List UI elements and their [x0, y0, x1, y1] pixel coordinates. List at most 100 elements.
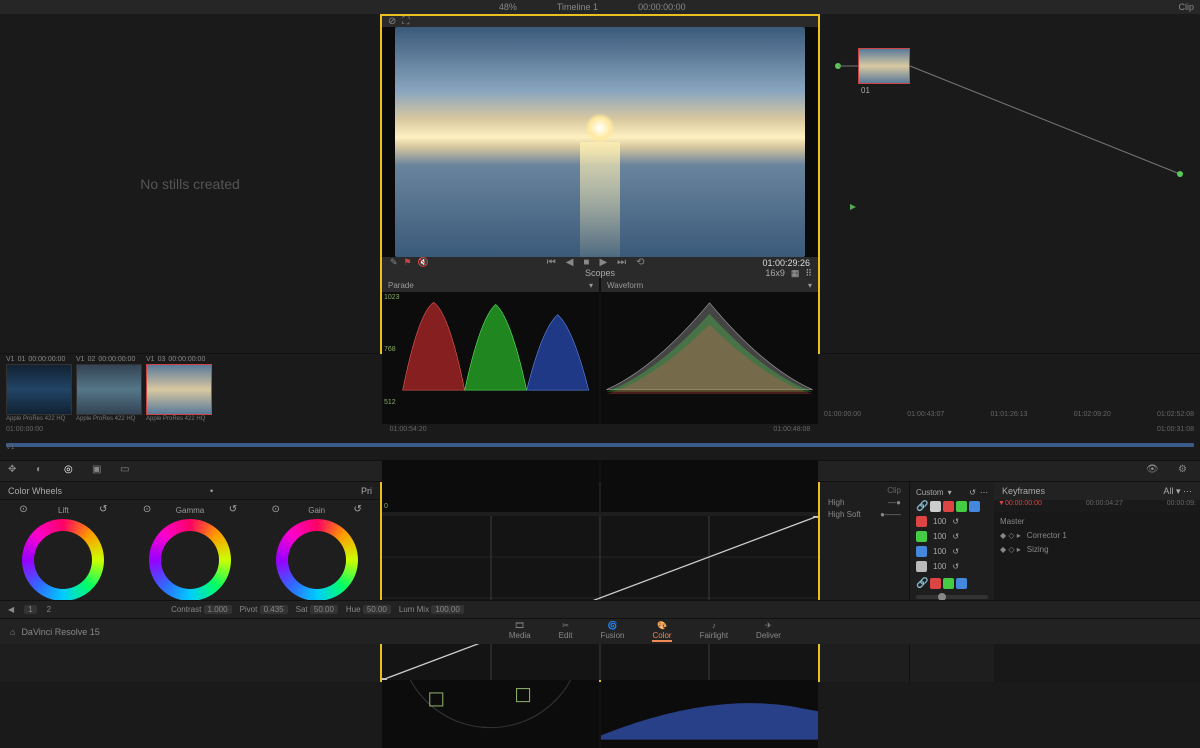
reset-icon[interactable]: ↺: [952, 562, 959, 571]
clip-thumb-02[interactable]: V10200:00:00:00 Apple ProRes 422 HQ: [76, 356, 142, 422]
swatch-y[interactable]: [930, 501, 941, 512]
marker-icon[interactable]: ✎: [390, 257, 398, 268]
reset-icon[interactable]: ↺: [229, 504, 237, 517]
home-icon[interactable]: ⌂: [10, 627, 15, 637]
tab-deliver[interactable]: ✈Deliver: [756, 621, 781, 642]
node-graph[interactable]: 01: [820, 14, 1200, 354]
luma-swatch-b[interactable]: [956, 578, 967, 589]
sat-val[interactable]: 50.00: [310, 605, 338, 614]
high-slider[interactable]: —●: [888, 498, 901, 507]
track-label: V1: [6, 444, 15, 451]
lift-wheel[interactable]: [22, 519, 104, 601]
nodes-ruler: 01:00:00:00 01:00:43:07 01:01:26:13 01:0…: [824, 356, 1194, 422]
picker-icon[interactable]: ⊙: [143, 504, 151, 517]
parade-label[interactable]: Parade: [388, 281, 414, 290]
reset-icon[interactable]: ↺: [952, 547, 959, 556]
waveform-label[interactable]: Waveform: [607, 281, 643, 290]
swatch-g[interactable]: [956, 501, 967, 512]
dropdown-icon[interactable]: ▾: [948, 488, 952, 497]
play-button[interactable]: ▶: [599, 257, 607, 268]
expand-icon[interactable]: ⛶: [402, 16, 409, 27]
highsoft-slider[interactable]: ●——: [880, 510, 901, 519]
scopes-settings-icon[interactable]: ⠿: [805, 268, 812, 279]
parade-scope: Parade▾ 1023 768 512 256 0: [382, 278, 599, 512]
reset-icon[interactable]: ↺: [99, 504, 107, 517]
more-icon[interactable]: ⋯: [1183, 486, 1192, 496]
gear-icon[interactable]: ⚙: [1178, 464, 1192, 478]
color-icon: 🎨: [657, 621, 667, 630]
picker-icon[interactable]: ✥: [8, 464, 22, 478]
luma-swatch-r[interactable]: [930, 578, 941, 589]
wheels-indicator[interactable]: •: [62, 486, 361, 496]
scopes-aspect[interactable]: 16x9: [765, 268, 785, 278]
picker-icon[interactable]: ⊙: [272, 504, 280, 517]
intensity-slider[interactable]: [916, 595, 988, 599]
kf-row-sizing[interactable]: ◆ ◇ ▸ Sizing: [1000, 542, 1194, 556]
dropdown-icon[interactable]: ▾: [1176, 486, 1181, 496]
gain-wheel[interactable]: [276, 519, 358, 601]
wheels-body: ⊙Lift↺ 0.000.000.000.00 YRGB ⊙Gamma↺ 0.0…: [0, 500, 380, 682]
reset-icon[interactable]: ↺: [969, 488, 976, 497]
edit-icon: ✂: [562, 621, 569, 630]
bypass-icon[interactable]: ⊘: [388, 16, 396, 27]
picker-icon[interactable]: ⊙: [19, 504, 27, 517]
mute-icon[interactable]: 🔇: [418, 257, 429, 268]
clip-thumb-03[interactable]: V10300:00:00:00 Apple ProRes 422 HQ: [146, 356, 212, 422]
dropdown-icon[interactable]: ▾: [808, 281, 812, 290]
timeline-bar[interactable]: [6, 443, 1194, 447]
link-icon[interactable]: 🔗: [916, 501, 928, 512]
kf-row-master[interactable]: Master: [1000, 514, 1194, 528]
more-icon[interactable]: ⋯: [980, 488, 988, 497]
page-2[interactable]: 2: [47, 605, 51, 614]
reset-icon[interactable]: ↺: [353, 504, 361, 517]
kf-ruler[interactable]: ▼00:00:00:00 00:00:04:27 00:00:09:: [994, 500, 1200, 512]
tab-color[interactable]: 🎨Color: [652, 621, 671, 642]
viewer[interactable]: [382, 27, 818, 257]
dropdown-icon[interactable]: ▾: [589, 281, 593, 290]
page-1[interactable]: 1: [24, 605, 36, 614]
mini-timeline[interactable]: 01:00:00:00 01:00:54:20 01:00:48:08 01:0…: [0, 424, 1200, 460]
gain-wheel-col: ⊙Gain↺ 0.000.000.000.00 YRGB: [253, 500, 380, 682]
media-icon: 🎞: [515, 621, 525, 630]
tab-media[interactable]: 🎞Media: [509, 621, 531, 642]
swatch-r[interactable]: [943, 501, 954, 512]
target-icon[interactable]: ◎: [64, 464, 78, 478]
curves-editor[interactable]: [382, 516, 818, 680]
prev-button[interactable]: ⏮: [547, 257, 556, 268]
eye-icon[interactable]: 👁: [1146, 464, 1160, 478]
swatch-b[interactable]: [969, 501, 980, 512]
zoom-level: 48%: [499, 2, 517, 12]
lummix-val[interactable]: 100.00: [431, 605, 463, 614]
stills-panel: No stills created: [0, 14, 380, 354]
keyframes-title: Keyframes: [1002, 486, 1045, 496]
next-button[interactable]: ⏭: [617, 257, 626, 268]
back-button[interactable]: ◀: [566, 257, 574, 268]
rect-icon[interactable]: ▭: [120, 464, 134, 478]
contrast-val[interactable]: 1.000: [204, 605, 232, 614]
scopes-layout-icon[interactable]: ▦: [791, 268, 800, 279]
mask-icon[interactable]: ◐: [36, 464, 50, 478]
channel-row: 100↺: [916, 561, 988, 572]
tab-fusion[interactable]: 🌀Fusion: [600, 621, 624, 642]
viewer-timecode: 01:00:29:26: [762, 258, 810, 268]
hue-val[interactable]: 50.00: [363, 605, 391, 614]
custom-title[interactable]: Custom: [916, 488, 944, 497]
loop-button[interactable]: ⟲: [636, 257, 644, 268]
link-icon[interactable]: 🔗: [916, 578, 928, 589]
viewer-controls: ✎ ⚑ 🔇 ⏮ ◀ ■ ▶ ⏭ ⟲ 01:00:29:26: [382, 257, 818, 268]
reset-icon[interactable]: ↺: [952, 517, 959, 526]
stop-button[interactable]: ■: [583, 257, 589, 268]
keyframes-filter[interactable]: All: [1163, 486, 1173, 496]
clip-thumb-01[interactable]: V10100:00:00:00 Apple ProRes 422 HQ: [6, 356, 72, 422]
prev-page-icon[interactable]: ◀: [8, 605, 14, 614]
flag-icon[interactable]: ⚑: [404, 257, 412, 268]
kf-row-corrector[interactable]: ◆ ◇ ▸ Corrector 1: [1000, 528, 1194, 542]
gamma-wheel[interactable]: [149, 519, 231, 601]
pivot-val[interactable]: 0.435: [260, 605, 288, 614]
tab-fairlight[interactable]: ♪Fairlight: [700, 621, 728, 642]
reset-icon[interactable]: ↺: [952, 532, 959, 541]
viewer-toolbar: ⊘ ⛶: [382, 16, 818, 27]
crop-icon[interactable]: ▣: [92, 464, 106, 478]
tab-edit[interactable]: ✂Edit: [559, 621, 573, 642]
luma-swatch-g[interactable]: [943, 578, 954, 589]
